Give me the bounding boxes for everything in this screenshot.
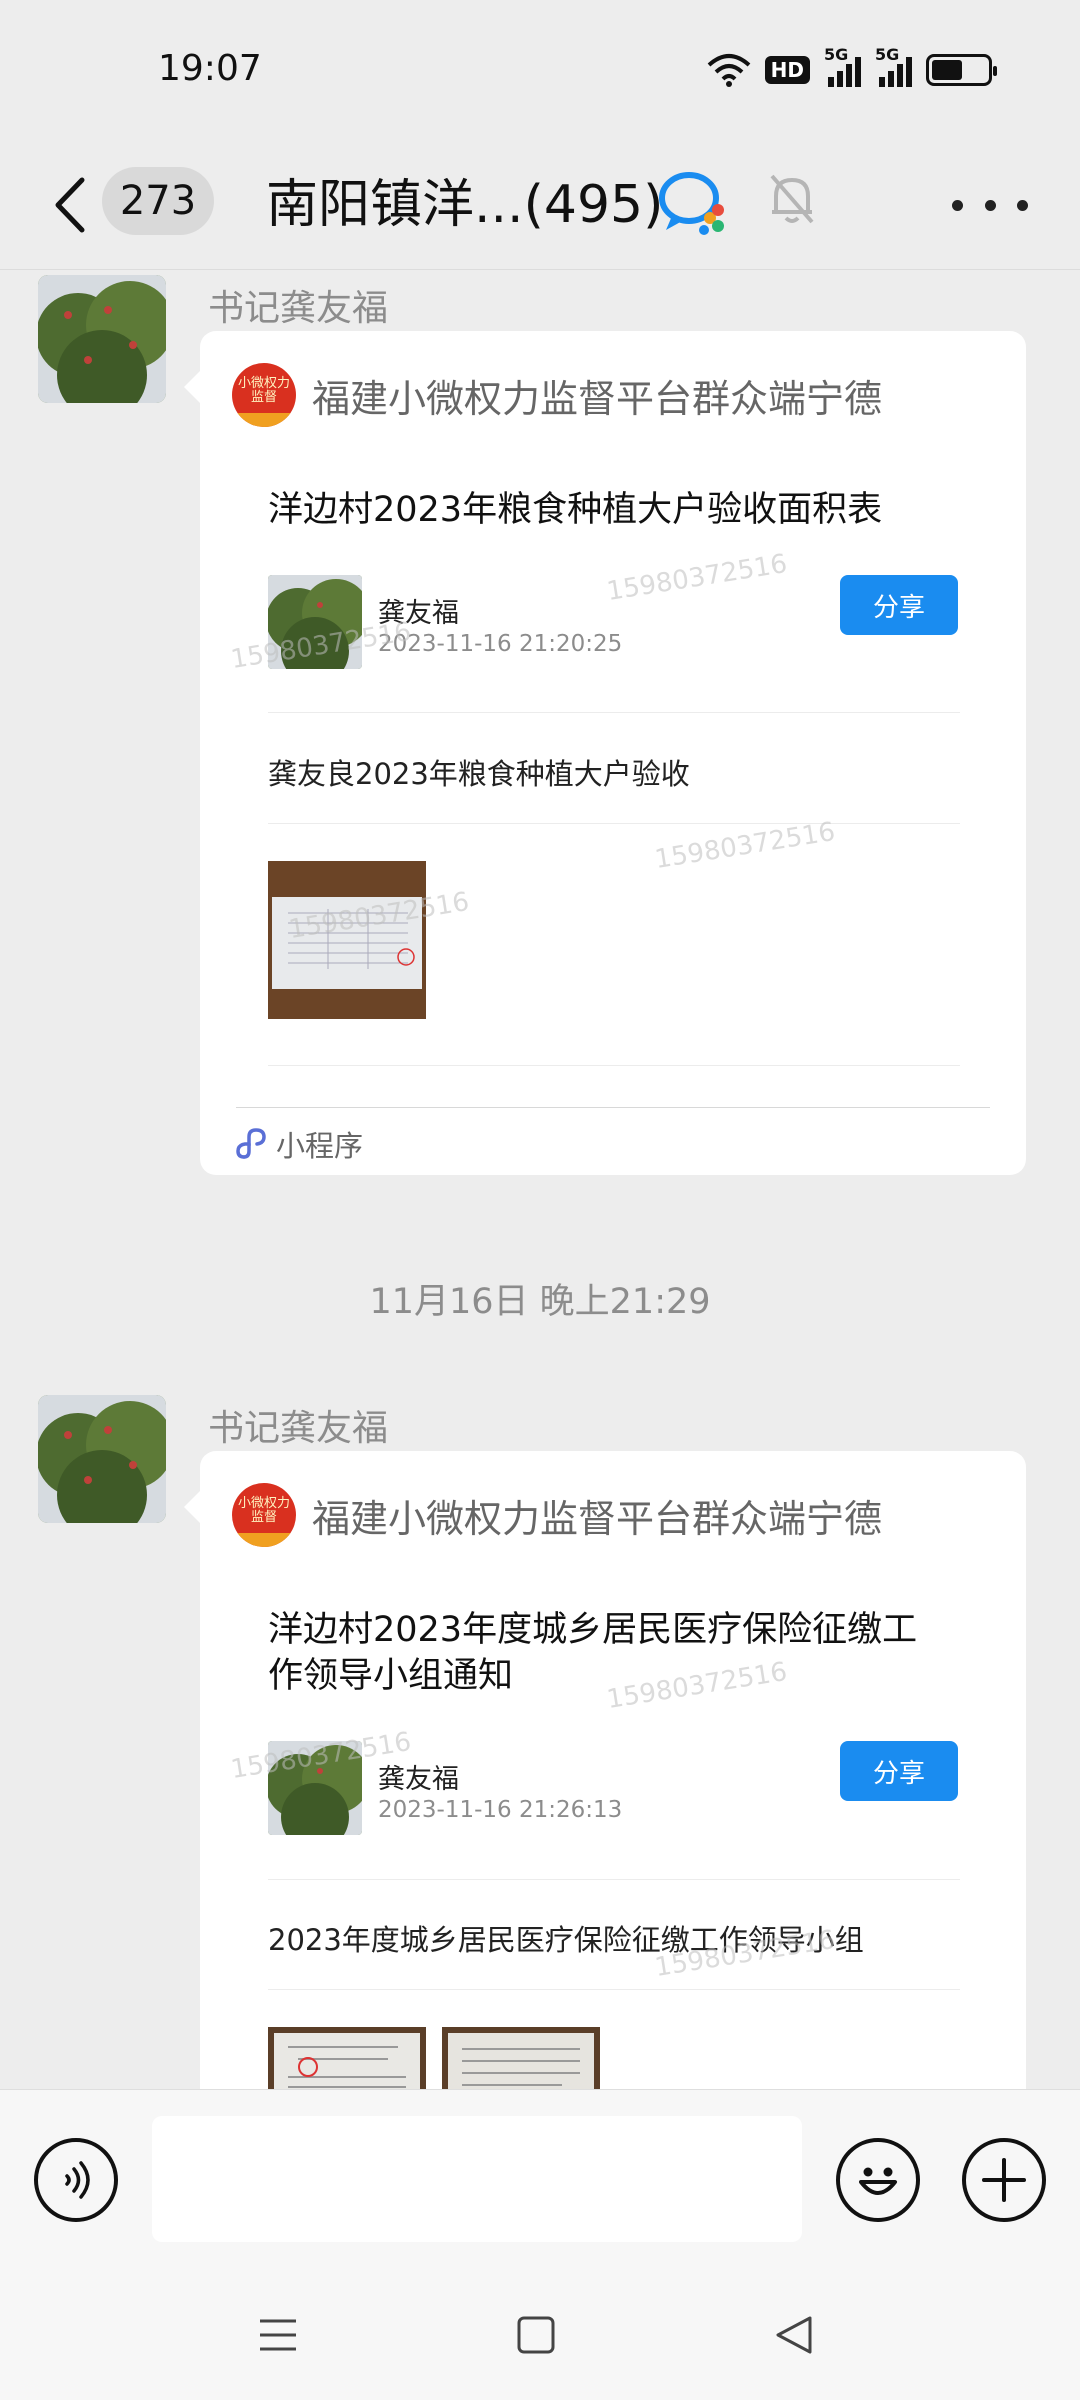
watermark: 15980372516	[652, 816, 838, 876]
triangle-back-icon	[776, 2316, 812, 2354]
input-bar	[0, 2089, 1080, 2269]
emoji-button[interactable]	[836, 2138, 920, 2222]
signal-icon-sim2: 5G	[875, 45, 912, 87]
chat-title[interactable]: 南阳镇洋...(495)	[266, 160, 663, 250]
card-description: 龚友良2023年粮食种植大户验收	[268, 757, 690, 791]
voice-icon	[65, 2161, 90, 2199]
plus-icon	[982, 2158, 1026, 2202]
card-divider	[268, 1065, 960, 1066]
card-footer-divider	[236, 1107, 990, 1108]
mini-program-icon	[236, 1128, 266, 1159]
plus-button[interactable]	[962, 2138, 1046, 2222]
signal-icon-sim1: 5G	[824, 45, 861, 87]
unread-count-badge[interactable]: 273	[102, 167, 214, 235]
author-row: 龚友福 2023-11-16 21:26:13 分享	[268, 1741, 958, 1837]
card-description: 2023年度城乡居民医疗保险征缴工作领导小组	[268, 1923, 864, 1957]
status-bar: 19:07 HD 5G 5G	[0, 0, 1080, 140]
wecom-chat-icon[interactable]	[658, 168, 728, 238]
chevron-left-icon	[55, 177, 85, 233]
wifi-icon	[707, 54, 750, 87]
menu-icon	[260, 2319, 296, 2351]
app-logo-icon: 小微权力监督	[232, 363, 296, 427]
message-input[interactable]	[152, 2116, 802, 2242]
status-time: 19:07	[158, 48, 262, 89]
post-timestamp: 2023-11-16 21:26:13	[378, 1797, 623, 1823]
back-button[interactable]	[46, 168, 94, 242]
share-button[interactable]: 分享	[840, 1741, 958, 1801]
author-name: 龚友福	[378, 598, 459, 629]
time-separator: 11月16日 晚上21:29	[369, 1282, 711, 1322]
hd-badge: HD	[764, 56, 810, 84]
mini-program-card[interactable]: 小微权力监督 福建小微权力监督平台群众端宁德 洋边村2023年粮食种植大户验收面…	[200, 331, 1026, 1175]
app-name: 福建小微权力监督平台群众端宁德	[312, 1496, 883, 1541]
bell-off-icon	[766, 170, 818, 228]
card-divider	[268, 1879, 960, 1880]
sender-name: 书记龚友福	[208, 288, 389, 329]
home-button[interactable]	[512, 2311, 560, 2359]
card-title: 洋边村2023年粮食种植大户验收面积表	[268, 490, 883, 530]
app-logo-icon: 小微权力监督	[232, 1483, 296, 1547]
message-list[interactable]: 书记龚友福 小微权力监督 福建小微权力监督平台群众端宁德 洋边村2023年粮食种…	[0, 271, 1080, 2089]
attachment-thumbnail[interactable]	[268, 2027, 426, 2089]
card-divider	[268, 1989, 960, 1990]
card-footer: 小程序	[236, 1123, 363, 1165]
card-app-row: 小微权力监督 福建小微权力监督平台群众端宁德	[232, 1483, 882, 1547]
chat-header: 273 南阳镇洋...(495)	[0, 140, 1080, 270]
app-name: 福建小微权力监督平台群众端宁德	[312, 376, 883, 421]
card-divider	[268, 712, 960, 713]
author-avatar	[268, 575, 362, 669]
attachment-thumbnail[interactable]	[268, 861, 426, 1019]
share-button[interactable]: 分享	[840, 575, 958, 635]
battery-icon	[926, 54, 997, 86]
emoji-icon	[859, 2167, 897, 2195]
more-options-button[interactable]	[952, 180, 1028, 230]
author-name: 龚友福	[378, 1764, 459, 1795]
mini-program-label: 小程序	[276, 1129, 364, 1163]
more-dots-icon	[952, 199, 963, 211]
sim2-label: 5G	[875, 45, 900, 64]
author-avatar	[268, 1741, 362, 1835]
sim1-label: 5G	[824, 45, 849, 64]
post-timestamp: 2023-11-16 21:20:25	[378, 631, 623, 657]
sender-avatar[interactable]	[38, 275, 166, 403]
card-app-row: 小微权力监督 福建小微权力监督平台群众端宁德	[232, 363, 882, 427]
system-back-button[interactable]	[770, 2311, 818, 2359]
card-divider	[268, 823, 960, 824]
square-icon	[517, 2316, 555, 2354]
status-icons: HD 5G 5G	[707, 45, 997, 90]
author-row: 龚友福 2023-11-16 21:20:25 分享	[268, 575, 958, 671]
card-title: 洋边村2023年度城乡居民医疗保险征缴工作领导小组通知	[268, 1610, 918, 1696]
system-navigation-bar	[0, 2269, 1080, 2400]
sender-avatar[interactable]	[38, 1395, 166, 1523]
attachment-thumbnail[interactable]	[442, 2027, 600, 2089]
sender-name: 书记龚友福	[208, 1408, 389, 1449]
voice-button[interactable]	[34, 2138, 118, 2222]
mini-program-card[interactable]: 小微权力监督 福建小微权力监督平台群众端宁德 洋边村2023年度城乡居民医疗保险…	[200, 1451, 1026, 2089]
recent-apps-button[interactable]	[254, 2311, 302, 2359]
